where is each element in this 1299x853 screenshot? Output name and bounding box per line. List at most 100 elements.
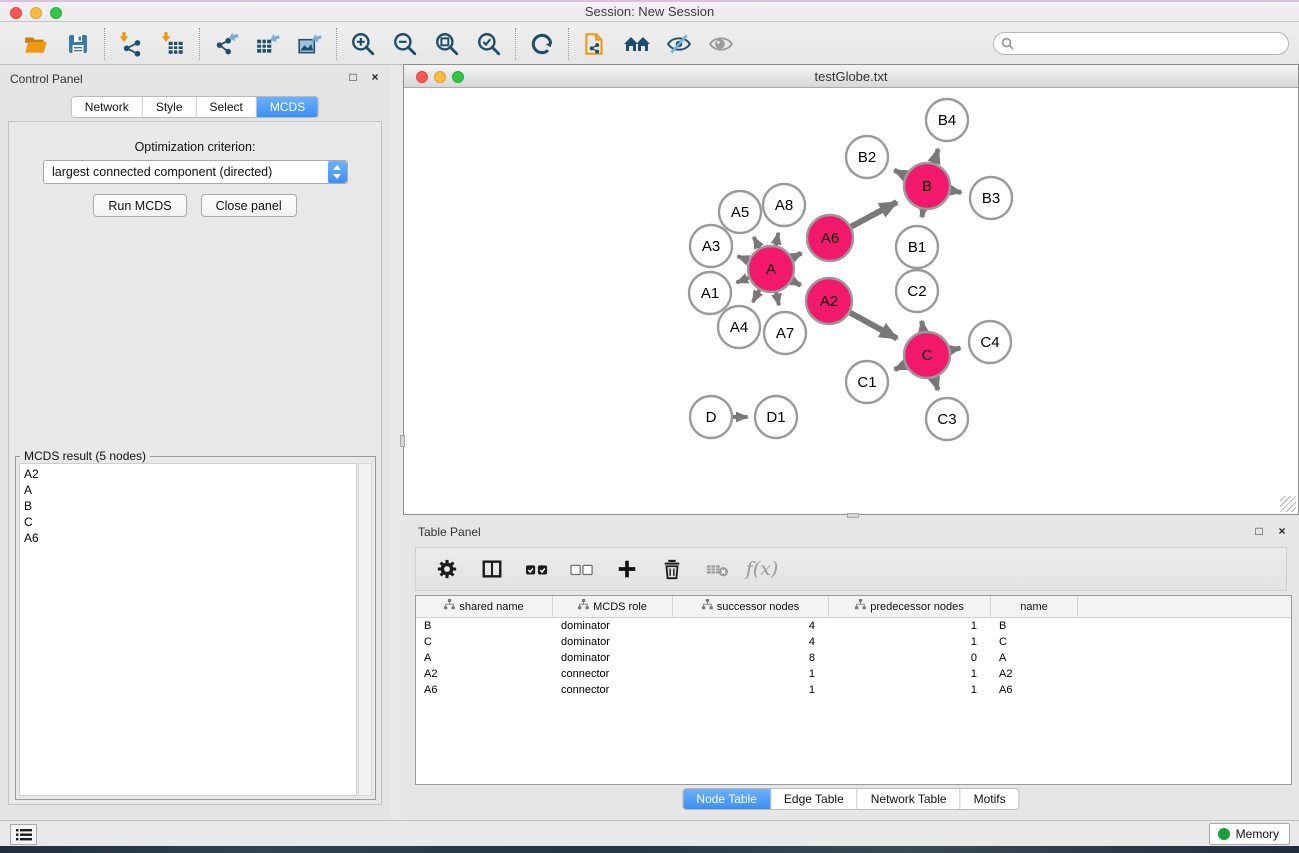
- table-tab-network-table[interactable]: Network Table: [858, 789, 961, 809]
- minimize-window-button[interactable]: [30, 7, 42, 19]
- zoom-selected-icon[interactable]: [475, 30, 503, 58]
- edge-A-A5[interactable]: [754, 237, 760, 248]
- table-cell[interactable]: 4: [673, 618, 829, 634]
- column-header-name[interactable]: name: [991, 596, 1078, 617]
- result-list-scrollbar[interactable]: [358, 463, 372, 796]
- column-header-successor-nodes[interactable]: successor nodes: [673, 596, 829, 617]
- save-session-icon[interactable]: [64, 30, 92, 58]
- hide-graphics-details-icon[interactable]: [665, 30, 693, 58]
- table-close-icon[interactable]: ×: [1275, 524, 1289, 538]
- edge-A-A8[interactable]: [776, 233, 779, 246]
- search-input[interactable]: [993, 32, 1289, 55]
- table-cell[interactable]: C: [416, 634, 553, 650]
- edge-C-C3[interactable]: [934, 378, 938, 390]
- table-cell[interactable]: 1: [673, 666, 829, 682]
- apply-layout-icon[interactable]: [528, 30, 556, 58]
- task-history-button[interactable]: [10, 824, 37, 845]
- edge-A-A6[interactable]: [792, 253, 801, 258]
- table-tab-motifs[interactable]: Motifs: [961, 789, 1019, 809]
- home-icon[interactable]: [623, 30, 651, 58]
- table-cell[interactable]: A6: [991, 682, 1078, 698]
- import-table-icon[interactable]: [159, 30, 187, 58]
- bottom-resize-grip[interactable]: [847, 513, 859, 518]
- edge-A-A2[interactable]: [792, 281, 801, 286]
- tab-network[interactable]: Network: [72, 97, 143, 117]
- left-resize-grip[interactable]: [400, 435, 405, 447]
- edge-A2-C[interactable]: [850, 313, 897, 339]
- table-row[interactable]: Adominator80A: [416, 650, 1291, 666]
- table-cell[interactable]: A: [991, 650, 1078, 666]
- table-cell[interactable]: connector: [553, 682, 673, 698]
- column-header-MCDS-role[interactable]: MCDS role: [553, 596, 673, 617]
- table-cell[interactable]: dominator: [553, 634, 673, 650]
- new-network-icon[interactable]: [581, 30, 609, 58]
- network-minimize-button[interactable]: [434, 71, 446, 83]
- add-column-icon[interactable]: [614, 556, 640, 582]
- zoom-fit-icon[interactable]: [433, 30, 461, 58]
- edge-A-A4[interactable]: [753, 290, 760, 302]
- network-close-button[interactable]: [416, 71, 428, 83]
- show-columns-icon[interactable]: [479, 556, 505, 582]
- table-cell[interactable]: 0: [829, 650, 991, 666]
- edge-B-B1[interactable]: [922, 210, 923, 217]
- export-image-icon[interactable]: [296, 30, 324, 58]
- open-file-icon[interactable]: [22, 30, 50, 58]
- table-tab-node-table[interactable]: Node Table: [683, 789, 771, 809]
- table-row[interactable]: A6connector11A6: [416, 682, 1291, 698]
- import-network-icon[interactable]: [117, 30, 145, 58]
- table-cell[interactable]: A: [416, 650, 553, 666]
- table-cell[interactable]: B: [991, 618, 1078, 634]
- close-panel-button[interactable]: Close panel: [201, 194, 297, 217]
- edge-B-B4[interactable]: [934, 149, 938, 163]
- tab-style[interactable]: Style: [143, 97, 197, 117]
- table-cell[interactable]: 1: [829, 666, 991, 682]
- edge-A-A3[interactable]: [738, 256, 749, 260]
- result-item[interactable]: A6: [24, 530, 352, 546]
- table-tab-edge-table[interactable]: Edge Table: [771, 789, 858, 809]
- table-cell[interactable]: dominator: [553, 618, 673, 634]
- table-cell[interactable]: connector: [553, 666, 673, 682]
- edge-C-C2[interactable]: [922, 321, 924, 331]
- result-item[interactable]: A2: [24, 466, 352, 482]
- float-panel-icon[interactable]: □: [346, 70, 360, 84]
- result-item[interactable]: A: [24, 482, 352, 498]
- memory-button[interactable]: Memory: [1209, 823, 1290, 845]
- edge-A-A1[interactable]: [737, 278, 749, 283]
- tab-mcds[interactable]: MCDS: [257, 97, 318, 117]
- table-cell[interactable]: 4: [673, 634, 829, 650]
- zoom-out-icon[interactable]: [391, 30, 419, 58]
- delete-column-icon[interactable]: [659, 556, 685, 582]
- table-cell[interactable]: A2: [416, 666, 553, 682]
- criterion-dropdown[interactable]: largest connected component (directed): [43, 160, 348, 184]
- table-cell[interactable]: C: [991, 634, 1078, 650]
- select-all-icon[interactable]: [524, 556, 550, 582]
- export-network-icon[interactable]: [212, 30, 240, 58]
- edge-A-A7[interactable]: [776, 292, 779, 305]
- result-item[interactable]: B: [24, 498, 352, 514]
- table-row[interactable]: Cdominator41C: [416, 634, 1291, 650]
- table-float-icon[interactable]: □: [1252, 524, 1266, 538]
- table-cell[interactable]: 1: [829, 618, 991, 634]
- column-header-predecessor-nodes[interactable]: predecessor nodes: [829, 596, 991, 617]
- table-cell[interactable]: 1: [829, 682, 991, 698]
- node-table[interactable]: shared nameMCDS rolesuccessor nodesprede…: [415, 595, 1292, 785]
- corner-resize-grip[interactable]: [1280, 496, 1296, 512]
- maximize-window-button[interactable]: [50, 7, 62, 19]
- table-cell[interactable]: A2: [991, 666, 1078, 682]
- table-row[interactable]: A2connector11A2: [416, 666, 1291, 682]
- show-graphics-details-icon[interactable]: [707, 30, 735, 58]
- run-mcds-button[interactable]: Run MCDS: [93, 194, 186, 217]
- tab-select[interactable]: Select: [197, 97, 257, 117]
- result-item[interactable]: C: [24, 514, 352, 530]
- table-cell[interactable]: A6: [416, 682, 553, 698]
- table-settings-icon[interactable]: [434, 556, 460, 582]
- column-header-shared-name[interactable]: shared name: [416, 596, 553, 617]
- mcds-result-list[interactable]: A2ABCA6: [19, 463, 357, 796]
- network-window-titlebar[interactable]: testGlobe.txt: [404, 65, 1298, 88]
- network-maximize-button[interactable]: [452, 71, 464, 83]
- close-window-button[interactable]: [10, 7, 22, 19]
- export-table-icon[interactable]: [254, 30, 282, 58]
- edge-B-B2[interactable]: [894, 170, 905, 175]
- table-cell[interactable]: 1: [829, 634, 991, 650]
- table-cell[interactable]: 1: [673, 682, 829, 698]
